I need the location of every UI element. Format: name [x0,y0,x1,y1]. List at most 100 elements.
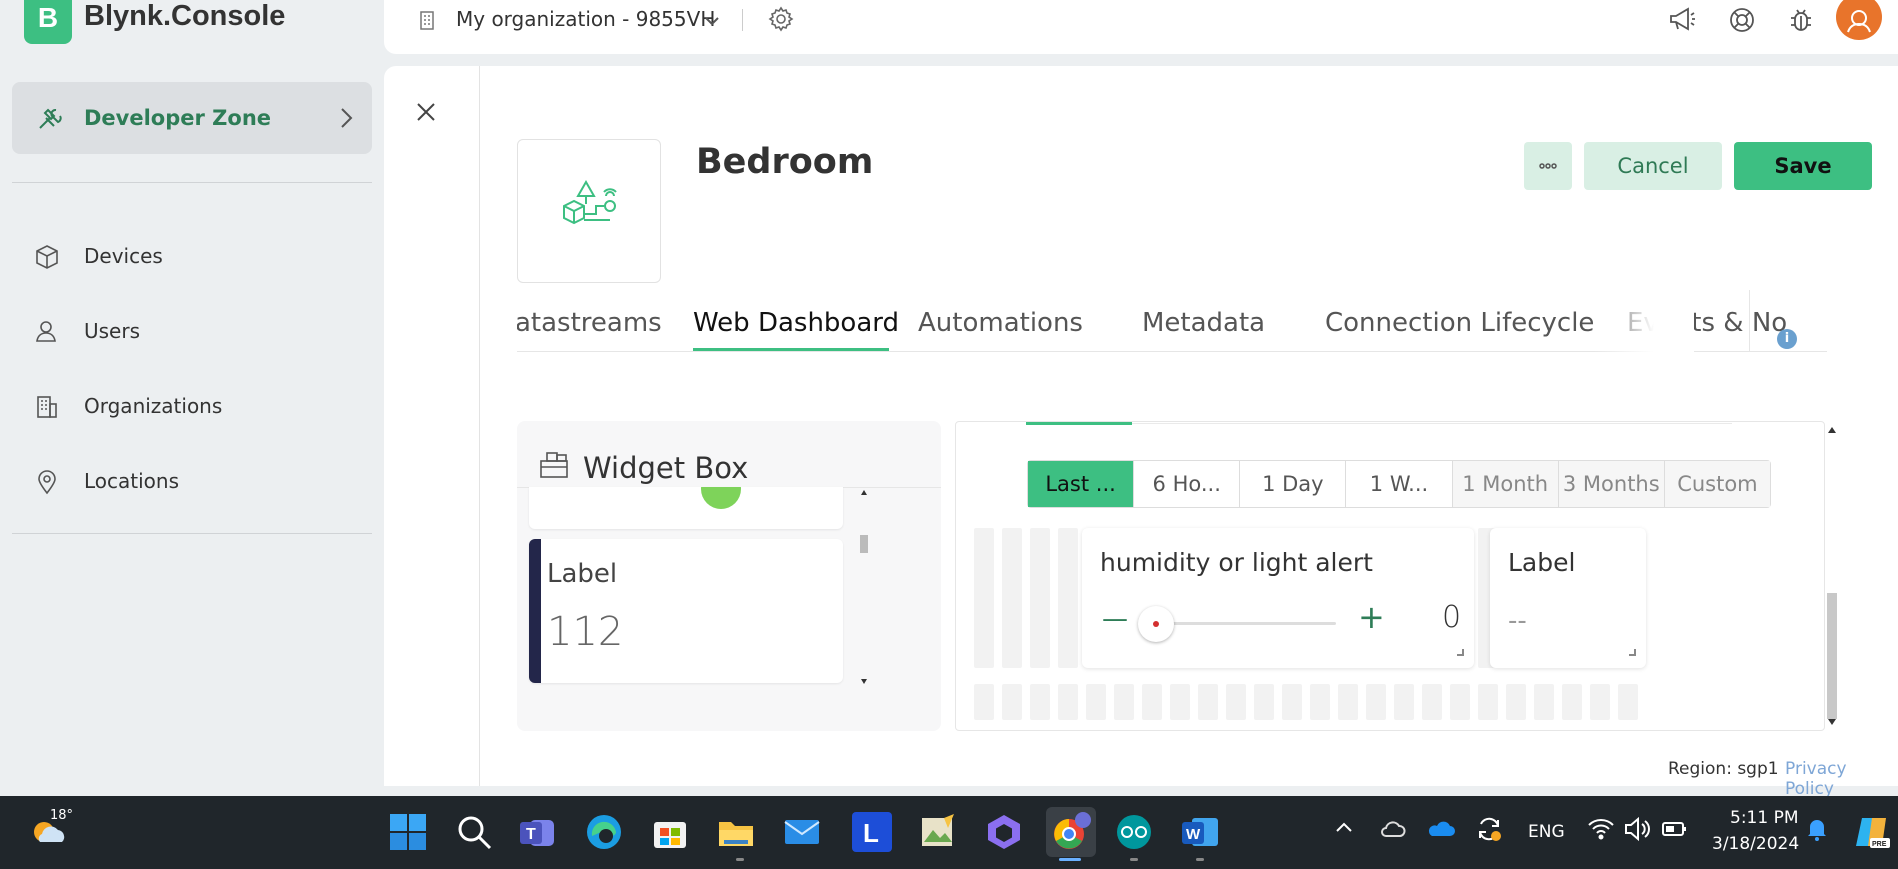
resize-handle-icon[interactable] [1629,649,1636,656]
grid-cell [1310,684,1330,720]
language-indicator[interactable]: ENG [1528,822,1565,842]
arduino-icon[interactable] [1114,812,1154,852]
more-options-button[interactable] [1524,142,1572,190]
slider-value: 0 [1442,600,1462,635]
volume-icon[interactable] [1622,814,1652,844]
bug-icon[interactable] [1788,6,1814,38]
developer-zone-button[interactable]: Developer Zone [12,82,372,154]
cancel-button[interactable]: Cancel [1584,142,1722,190]
range-last[interactable]: Last ... [1028,461,1135,507]
sidebar-item-organizations[interactable]: Organizations [12,378,372,434]
slider-plus-button[interactable]: + [1358,598,1385,636]
close-icon[interactable] [416,102,436,126]
save-button[interactable]: Save [1734,142,1872,190]
avatar[interactable] [1836,0,1882,40]
chrome-icon[interactable] [1046,807,1096,857]
tab-metadata[interactable]: Metadata [1142,308,1265,338]
divider [1749,290,1750,352]
running-indicator [1130,858,1138,861]
svg-text:W: W [1186,826,1201,843]
widget-card[interactable] [529,487,843,529]
edge-icon[interactable] [584,812,624,852]
label-widget[interactable]: Label -- [1490,528,1646,668]
range-1-week[interactable]: 1 W... [1346,461,1453,507]
blynk-logo[interactable]: B [24,0,72,44]
sidebar-item-label: Organizations [84,394,223,418]
privacy-policy-link[interactable]: Privacy Policy [1785,759,1898,799]
range-1-day[interactable]: 1 Day [1240,461,1347,507]
label-widget-card[interactable]: Label 112 [529,539,843,683]
battery-icon[interactable] [1660,814,1690,844]
chevron-up-icon[interactable] [1332,816,1356,840]
sync-icon[interactable] [1474,814,1504,844]
range-6-hours[interactable]: 6 Ho... [1134,461,1241,507]
windows-start-icon[interactable] [388,812,428,852]
word-icon[interactable]: W [1180,812,1220,852]
range-1-month[interactable]: 1 Month [1452,461,1559,507]
organization-icon [416,8,438,36]
grid-cell [1450,684,1470,720]
grid-cell [1478,684,1498,720]
grid-cell [1506,684,1526,720]
onedrive-icon[interactable] [1426,814,1456,844]
l-app-icon[interactable]: L [852,812,892,852]
dashboard-scrollbar[interactable] [1825,421,1839,731]
tab-indicator [1026,422,1132,425]
megaphone-icon[interactable] [1668,6,1696,36]
notification-bell-icon[interactable] [1804,816,1830,842]
organization-selector[interactable]: My organization - 9855VH [456,7,715,31]
resize-handle-icon[interactable] [1457,649,1464,656]
template-image[interactable] [517,139,661,283]
grid-cell [1394,684,1414,720]
search-icon[interactable] [454,812,494,852]
slider-widget[interactable]: humidity or light alert — + 0 [1082,528,1474,668]
info-icon[interactable]: i [1777,329,1797,349]
divider [12,533,372,534]
wifi-icon[interactable] [1586,814,1616,844]
copilot-pre-icon[interactable]: PRE [1852,812,1892,852]
file-explorer-icon[interactable] [716,812,756,852]
page-title[interactable]: Bedroom [696,142,873,182]
grid-cell [1030,684,1050,720]
active-indicator [1059,858,1081,861]
taskbar: 18° T L W ENG 5:11 PM 3/18/2024 PRE [0,796,1898,869]
cube-icon [34,244,60,274]
slider-handle[interactable] [1138,606,1174,642]
range-3-months[interactable]: 3 Months [1558,461,1665,507]
tab-connection-lifecycle[interactable]: Connection Lifecycle [1325,308,1594,338]
teams-icon[interactable]: T [518,812,558,852]
grid-cell [1142,684,1162,720]
microsoft-store-icon[interactable] [650,812,690,852]
tab-automations[interactable]: Automations [918,308,1083,338]
help-lifebuoy-icon[interactable] [1728,6,1756,38]
sidebar-item-locations[interactable]: Locations [12,453,372,509]
cloud-sync-icon[interactable] [1378,814,1408,844]
divider [12,182,372,183]
tab-datastreams[interactable]: atastreams [517,308,662,338]
widget-card-value: 112 [547,609,624,655]
slider-track[interactable] [1152,622,1336,625]
slider-minus-button[interactable]: — [1102,604,1128,634]
grid-cell [1366,684,1386,720]
clock-date[interactable]: 3/18/2024 [1712,834,1799,854]
image-editor-icon[interactable] [918,812,958,852]
gear-icon[interactable] [768,6,794,36]
chevron-down-icon[interactable] [704,12,720,31]
weather-temperature: 18° [50,808,74,823]
copilot-icon[interactable] [984,812,1024,852]
widget-box: Widget Box Label 112 [517,421,941,731]
grid-cell [1002,684,1022,720]
sidebar-item-users[interactable]: Users [12,303,372,359]
mail-icon[interactable] [782,812,822,852]
sidebar: B Blynk.Console Developer Zone Devices U… [0,0,380,796]
range-custom[interactable]: Custom [1664,461,1770,507]
location-pin-icon [34,469,60,499]
clock-time[interactable]: 5:11 PM [1730,808,1799,828]
grid-cell [1030,528,1050,668]
grid-cell [974,528,994,668]
time-range-selector: Last ... 6 Ho... 1 Day 1 W... 1 Month 3 … [1027,460,1771,508]
tab-web-dashboard[interactable]: Web Dashboard [693,308,899,338]
widget-box-scrollbar[interactable] [859,487,869,687]
sidebar-item-devices[interactable]: Devices [12,228,372,284]
top-bar: My organization - 9855VH [384,0,1898,54]
